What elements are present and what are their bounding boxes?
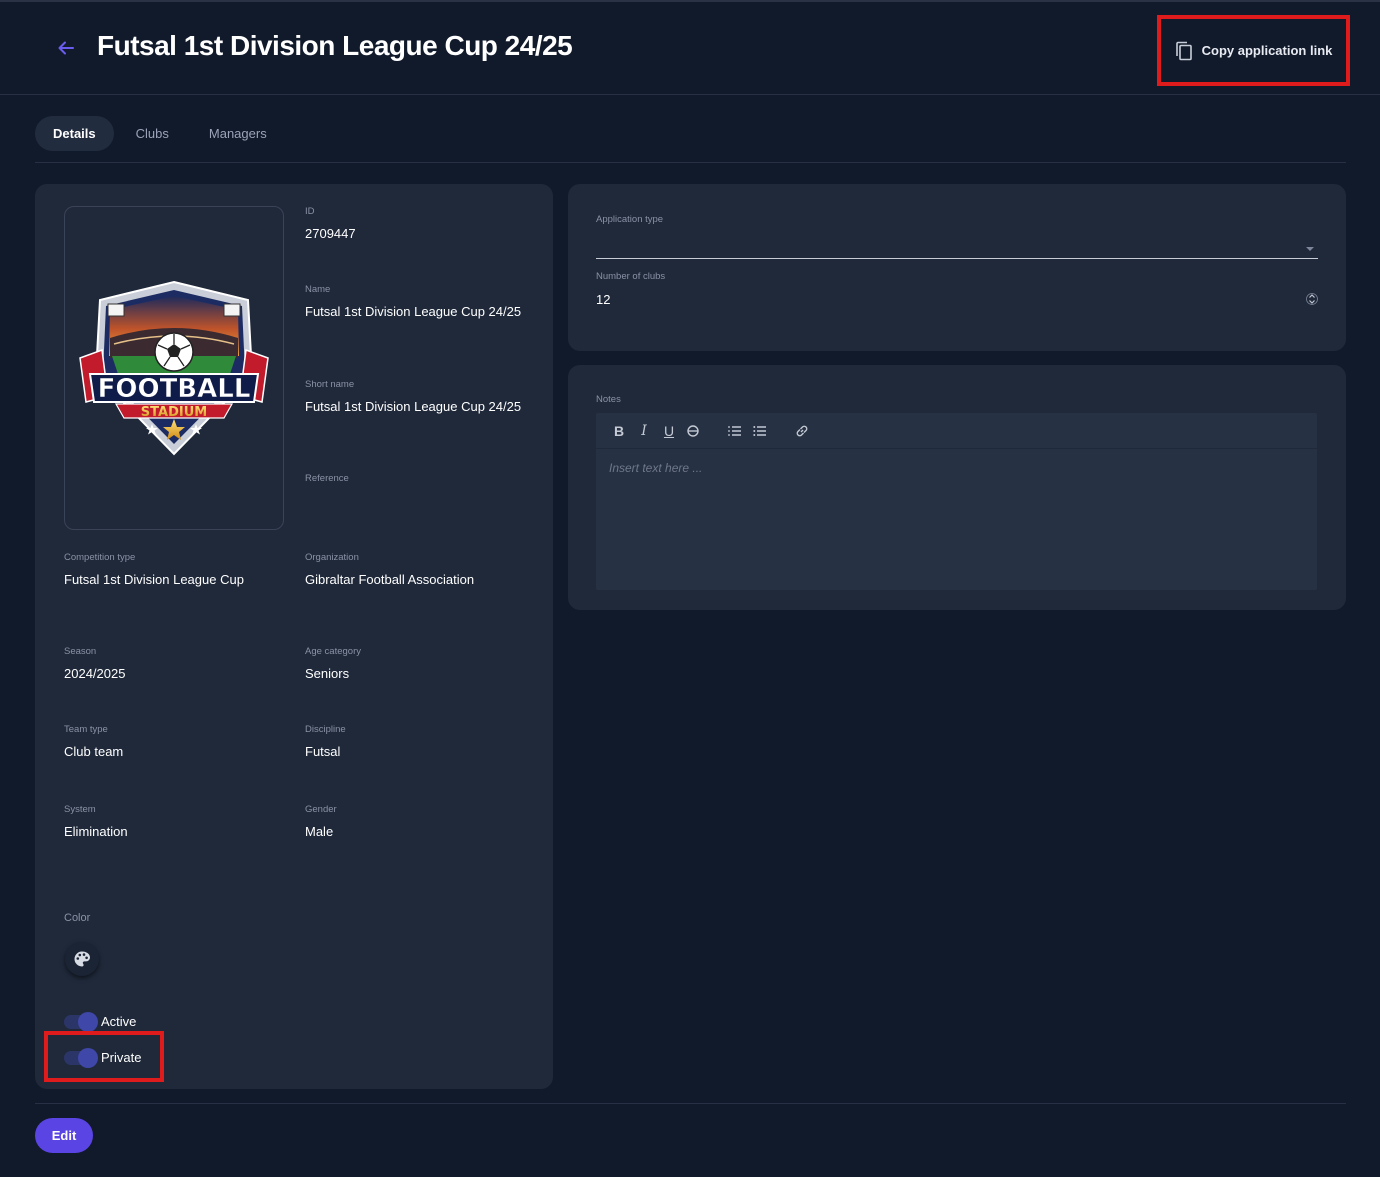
field-id-label: ID xyxy=(305,206,315,217)
link-button[interactable] xyxy=(791,420,813,442)
field-system: System Elimination xyxy=(64,804,128,839)
copy-icon xyxy=(1175,41,1192,60)
copy-application-link-label: Copy application link xyxy=(1201,43,1333,58)
field-age-category: Age category Seniors xyxy=(305,646,361,681)
field-team-type-value: Club team xyxy=(64,744,124,759)
footer-divider xyxy=(35,1103,1346,1104)
italic-button[interactable]: I xyxy=(633,420,655,442)
private-toggle-label: Private xyxy=(101,1050,142,1065)
field-short-name-label: Short name xyxy=(305,379,355,390)
color-picker-button[interactable] xyxy=(65,942,99,976)
field-discipline: Discipline Futsal xyxy=(305,724,346,759)
field-organization-label: Organization xyxy=(305,552,359,563)
number-of-clubs-input[interactable]: 12 xyxy=(596,292,610,307)
field-short-name-value: Futsal 1st Division League Cup 24/25 xyxy=(305,399,522,414)
field-system-label: System xyxy=(64,804,96,815)
number-of-clubs-label: Number of clubs xyxy=(596,271,666,282)
link-icon xyxy=(796,425,808,436)
application-type-label: Application type xyxy=(596,214,664,225)
caret-down-icon xyxy=(1306,247,1314,251)
field-name-label: Name xyxy=(305,284,331,295)
field-season: Season 2024/2025 xyxy=(64,646,125,681)
editor-toolbar: B I U xyxy=(596,413,1317,449)
private-toggle[interactable] xyxy=(64,1047,98,1068)
application-type-field: Application type xyxy=(596,214,1318,259)
notes-card: Notes B I U Insert text here ... xyxy=(568,365,1346,610)
field-reference: Reference xyxy=(305,473,349,493)
field-name: Name Futsal 1st Division League Cup 24/2… xyxy=(305,284,521,319)
details-card: FOOTBALL STADIUM ID 2709447 Name Futsal … xyxy=(35,184,553,1089)
field-id: ID 2709447 xyxy=(305,206,356,241)
underline-button[interactable]: U xyxy=(658,420,680,442)
field-organization: Organization Gibraltar Football Associat… xyxy=(305,552,474,587)
field-competition-type: Competition type Futsal 1st Division Lea… xyxy=(64,552,244,587)
page-title: Futsal 1st Division League Cup 24/25 xyxy=(97,30,573,61)
notes-editor: B I U Insert text here ... xyxy=(596,413,1317,590)
private-toggle-row: Private xyxy=(64,1047,142,1068)
field-team-type-label: Team type xyxy=(64,724,108,735)
logo-text-stadium: STADIUM xyxy=(141,405,207,420)
page-header: Futsal 1st Division League Cup 24/25 Cop… xyxy=(0,2,1380,95)
active-toggle-label: Active xyxy=(101,1014,137,1029)
italic-icon: I xyxy=(641,422,647,439)
back-button[interactable] xyxy=(52,34,80,62)
football-stadium-logo: FOOTBALL STADIUM xyxy=(79,280,269,456)
tab-clubs[interactable]: Clubs xyxy=(118,116,187,151)
field-discipline-label: Discipline xyxy=(305,724,346,735)
edit-button[interactable]: Edit xyxy=(35,1118,93,1153)
field-gender: Gender Male xyxy=(305,804,337,839)
field-discipline-value: Futsal xyxy=(305,744,341,759)
bullet-list-icon xyxy=(753,425,766,436)
field-team-type: Team type Club team xyxy=(64,724,123,759)
active-toggle[interactable] xyxy=(64,1011,98,1032)
notes-textarea[interactable]: Insert text here ... xyxy=(596,449,1317,589)
stepper-icon[interactable] xyxy=(1306,291,1318,307)
notes-label: Notes xyxy=(596,394,621,405)
bullet-list-button[interactable] xyxy=(749,420,771,442)
ordered-list-button[interactable] xyxy=(724,420,746,442)
field-age-category-label: Age category xyxy=(305,646,361,657)
logo-text-football: FOOTBALL xyxy=(98,374,251,404)
field-id-value: 2709447 xyxy=(305,226,356,241)
strikethrough-icon xyxy=(687,424,699,437)
field-competition-type-value: Futsal 1st Division League Cup xyxy=(64,572,244,587)
application-card: Application type Number of clubs 12 xyxy=(568,184,1346,351)
tab-managers[interactable]: Managers xyxy=(191,116,285,151)
ordered-list-icon xyxy=(728,425,741,436)
field-gender-value: Male xyxy=(305,824,334,839)
field-reference-label: Reference xyxy=(305,473,349,484)
field-short-name: Short name Futsal 1st Division League Cu… xyxy=(305,379,521,414)
field-organization-value: Gibraltar Football Association xyxy=(305,572,475,587)
copy-application-link-button[interactable]: Copy application link xyxy=(1157,15,1350,86)
underline-icon: U xyxy=(663,422,675,439)
active-toggle-row: Active xyxy=(64,1011,137,1032)
strikethrough-button[interactable] xyxy=(682,420,704,442)
arrow-left-icon xyxy=(58,41,74,55)
bold-button[interactable]: B xyxy=(608,420,630,442)
bold-icon: B xyxy=(613,422,625,439)
field-name-value: Futsal 1st Division League Cup 24/25 xyxy=(305,304,522,319)
field-age-category-value: Seniors xyxy=(305,666,350,681)
field-competition-type-label: Competition type xyxy=(64,552,136,563)
tabs-divider xyxy=(35,162,1346,163)
field-season-value: 2024/2025 xyxy=(64,666,126,681)
palette-icon xyxy=(74,951,90,967)
field-system-value: Elimination xyxy=(64,824,128,839)
application-type-select[interactable] xyxy=(596,237,1318,259)
number-of-clubs-field: Number of clubs 12 xyxy=(596,271,1318,307)
private-toggle-knob xyxy=(78,1047,98,1068)
field-season-label: Season xyxy=(64,646,97,657)
competition-logo-frame: FOOTBALL STADIUM xyxy=(64,206,284,530)
color-label: Color xyxy=(64,912,91,924)
active-toggle-knob xyxy=(78,1011,98,1032)
tab-details[interactable]: Details xyxy=(35,116,114,151)
tab-bar: Details Clubs Managers xyxy=(35,116,285,152)
field-gender-label: Gender xyxy=(305,804,337,815)
